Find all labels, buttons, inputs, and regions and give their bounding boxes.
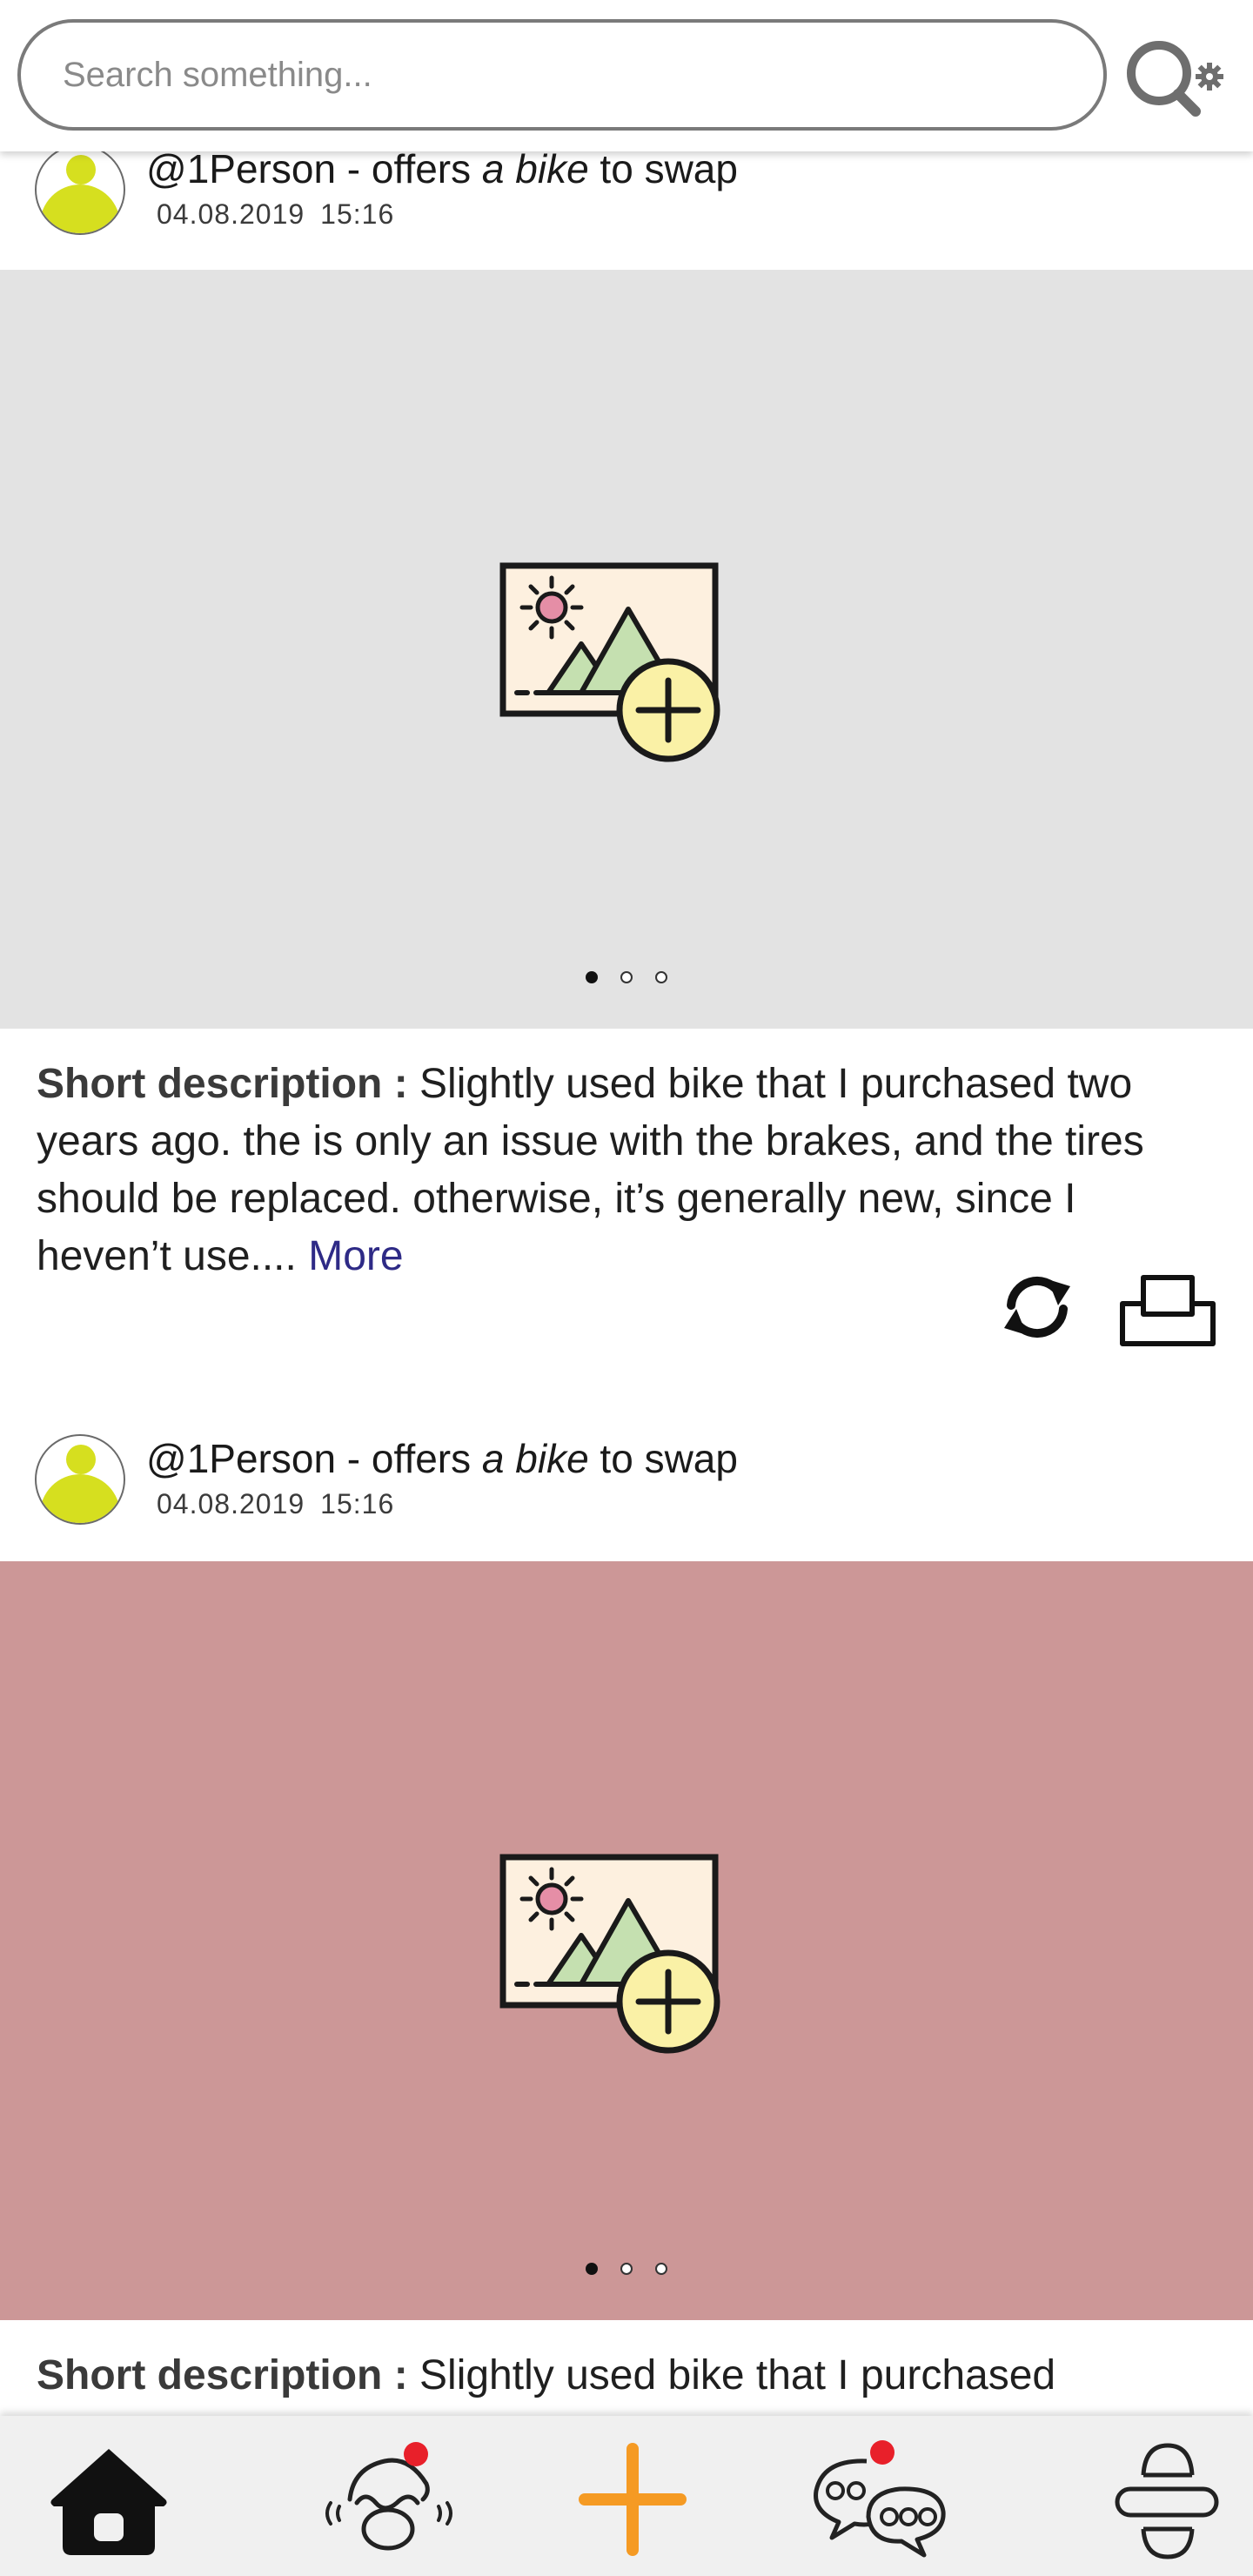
carousel-dot[interactable] bbox=[620, 971, 633, 983]
post-username[interactable]: @1Person bbox=[146, 146, 336, 191]
bottom-navigation bbox=[0, 2416, 1253, 2576]
post-title: @1Person - offers a bike to swap bbox=[146, 1436, 738, 1481]
post-image-carousel[interactable] bbox=[0, 1561, 1253, 2320]
search-settings-icon[interactable] bbox=[1122, 35, 1227, 122]
inbox-icon[interactable] bbox=[1119, 1272, 1216, 1347]
description-label: Short description : bbox=[37, 1061, 420, 1107]
carousel-dot[interactable] bbox=[655, 971, 667, 983]
post-header: @1Person - offers a bike to swap 04.08.2… bbox=[0, 144, 1253, 249]
post-timestamp: 04.08.2019 15:16 bbox=[157, 198, 395, 230]
search-bar bbox=[0, 0, 1253, 151]
avatar[interactable] bbox=[35, 1434, 125, 1525]
carousel-dot[interactable] bbox=[586, 971, 598, 983]
post-title: @1Person - offers a bike to swap bbox=[146, 146, 738, 191]
post-header: @1Person - offers a bike to swap 04.08.2… bbox=[0, 1434, 1253, 1539]
swap-requests-icon bbox=[325, 2442, 452, 2551]
carousel-dot[interactable] bbox=[586, 2263, 598, 2275]
post-item: a bike bbox=[481, 146, 589, 191]
nav-swap-requests-button[interactable] bbox=[315, 2416, 463, 2576]
carousel-dots[interactable] bbox=[0, 2263, 1253, 2275]
add-image-icon[interactable] bbox=[498, 560, 724, 766]
post-username[interactable]: @1Person bbox=[146, 1436, 336, 1481]
menu-icon bbox=[1115, 2443, 1219, 2559]
swap-icon[interactable] bbox=[997, 1267, 1077, 1347]
home-icon bbox=[50, 2449, 167, 2555]
carousel-dot[interactable] bbox=[620, 2263, 633, 2275]
carousel-dot[interactable] bbox=[655, 2263, 667, 2275]
post-timestamp: 04.08.2019 15:16 bbox=[157, 1488, 395, 1519]
search-input[interactable] bbox=[17, 19, 1107, 131]
chat-icon bbox=[814, 2440, 946, 2558]
add-image-icon[interactable] bbox=[498, 1852, 724, 2057]
notification-badge bbox=[870, 2440, 895, 2465]
description-label: Short description : bbox=[37, 2352, 420, 2398]
add-icon bbox=[579, 2443, 687, 2556]
nav-menu-button[interactable] bbox=[1110, 2416, 1223, 2576]
post-description: Short description : Slightly used bike t… bbox=[37, 1056, 1220, 1285]
nav-chat-button[interactable] bbox=[804, 2416, 952, 2576]
avatar[interactable] bbox=[35, 144, 125, 235]
nav-add-button[interactable] bbox=[576, 2416, 689, 2576]
post-image-carousel[interactable] bbox=[0, 270, 1253, 1029]
notification-badge bbox=[404, 2442, 428, 2466]
carousel-dots[interactable] bbox=[0, 971, 1253, 983]
post-description: Short description : Slightly used bike t… bbox=[37, 2347, 1220, 2405]
nav-home-button[interactable] bbox=[44, 2416, 174, 2576]
post-actions bbox=[997, 1267, 1223, 1354]
post-item: a bike bbox=[481, 1436, 589, 1481]
description-text: Slightly used bike that I purchased bbox=[419, 2352, 1056, 2398]
more-link[interactable]: More bbox=[308, 1233, 403, 1279]
